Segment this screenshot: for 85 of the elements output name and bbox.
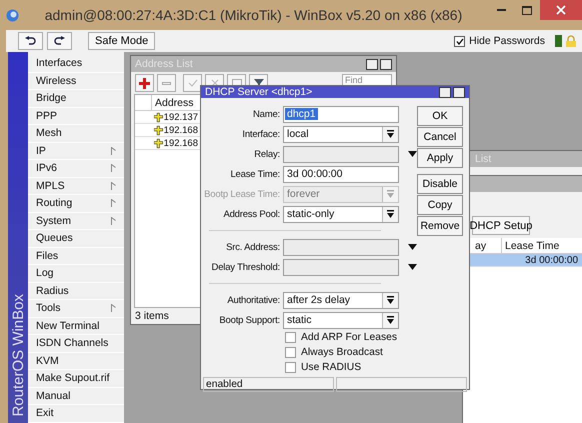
dialog-button[interactable]: Copy: [417, 195, 463, 215]
maximize-icon: [522, 6, 532, 14]
field-label: Delay Threshold:: [210, 262, 281, 272]
dropdown-field[interactable]: static-only: [283, 206, 399, 222]
dialog-button[interactable]: Cancel: [417, 127, 463, 147]
checkbox[interactable]: [285, 362, 296, 373]
undo-icon: [25, 36, 36, 46]
close-button[interactable]: [540, 0, 582, 20]
cross-icon: [210, 79, 218, 87]
app-logo-icon: [6, 8, 19, 22]
dhcp-setup-button[interactable]: DHCP Setup: [472, 216, 530, 235]
input-field[interactable]: dhcp1: [283, 106, 399, 122]
dropdown-field[interactable]: local: [283, 126, 399, 142]
input-field[interactable]: 3d 00:00:00: [283, 166, 399, 182]
dropdown-icon: [387, 130, 394, 138]
field-label: Name:: [252, 108, 281, 120]
field-label: Src. Address:: [225, 242, 281, 252]
table-cell-text: 3d 00:00:00: [524, 254, 579, 266]
dropdown-field[interactable]: [283, 258, 399, 276]
close-icon: [556, 5, 566, 15]
submenu-arrow-icon: [111, 164, 116, 172]
submenu-arrow-icon: [111, 146, 116, 155]
plus-icon: [139, 78, 150, 88]
undo-button[interactable]: [18, 32, 43, 50]
dropdown-icon: [387, 210, 394, 218]
status-text: 3 items: [135, 310, 169, 322]
field-label: Relay:: [253, 148, 281, 160]
check-icon: [188, 79, 198, 87]
table-cell: 192.137: [151, 111, 201, 123]
field-label: Bootp Support:: [218, 314, 281, 326]
field-label: Interface:: [241, 128, 281, 140]
lock-icon: [566, 35, 576, 47]
submenu-arrow-icon: [111, 216, 116, 225]
enable-button[interactable]: [183, 74, 202, 92]
checkbox-label: Always Broadcast: [301, 347, 383, 358]
field-label: Address Pool:: [222, 208, 281, 220]
check-icon: [456, 38, 464, 44]
status-square-icon: [555, 35, 562, 47]
dropdown-icon: [387, 190, 394, 198]
dialog-button[interactable]: Apply: [417, 148, 463, 168]
dropdown-field[interactable]: [283, 146, 399, 162]
minus-icon: [162, 82, 171, 84]
checkbox-label: Use RADIUS: [301, 362, 362, 373]
find-field[interactable]: Find: [342, 74, 392, 86]
window-title: admin@08:00:27:4A:3D:C1 (MikroTik) - WinBox v5.20 on x86 (x86): [44, 7, 464, 23]
add-button[interactable]: [135, 74, 154, 92]
dialog-button[interactable]: OK: [417, 106, 463, 126]
dropdown-field[interactable]: [283, 238, 399, 256]
dialog-button[interactable]: Disable: [417, 174, 463, 194]
redo-icon: [54, 36, 65, 46]
arrow-down-icon: [408, 244, 417, 250]
address-icon: [154, 112, 163, 122]
dropdown-icon: [387, 316, 394, 324]
redo-button[interactable]: [47, 32, 72, 50]
field-label: Bootp Lease Time:: [203, 188, 281, 200]
column-header[interactable]: Lease Time: [501, 238, 581, 253]
dropdown-field[interactable]: static: [283, 312, 399, 328]
hide-passwords-label: Hide Passwords: [469, 35, 545, 47]
arrow-down-icon: [408, 264, 417, 270]
maximize-button[interactable]: [439, 86, 451, 98]
field-label: Lease Time:: [229, 168, 281, 180]
checkbox[interactable]: [285, 332, 296, 343]
close-button[interactable]: [453, 86, 465, 98]
dropdown-field[interactable]: after 2s delay: [283, 292, 399, 308]
safe-mode-button[interactable]: Safe Mode: [88, 32, 156, 50]
minimize-icon: [496, 9, 506, 11]
arrow-down-icon: [408, 151, 417, 157]
brand-label: RouterOS WinBox: [10, 294, 26, 417]
window-title: DHCP Server <dhcp1>: [205, 86, 312, 98]
checkbox[interactable]: [285, 347, 296, 358]
table-cell: 192.168: [151, 137, 201, 149]
hide-passwords-checkbox[interactable]: [454, 36, 466, 46]
checkbox-label: Add ARP For Leases: [301, 332, 397, 343]
field-label: Authoritative:: [226, 294, 281, 306]
address-icon: [154, 138, 163, 148]
maximize-button[interactable]: [366, 58, 378, 70]
dialog-button[interactable]: Remove: [417, 216, 463, 236]
submenu-arrow-icon: [111, 304, 116, 312]
table-cell: 192.168: [151, 124, 201, 136]
address-icon: [154, 124, 163, 136]
dropdown-icon: [387, 296, 394, 304]
submenu-arrow-icon: [111, 182, 116, 190]
submenu-arrow-icon: [111, 199, 116, 208]
status-text: enabled: [206, 379, 243, 390]
close-button[interactable]: [380, 58, 392, 70]
